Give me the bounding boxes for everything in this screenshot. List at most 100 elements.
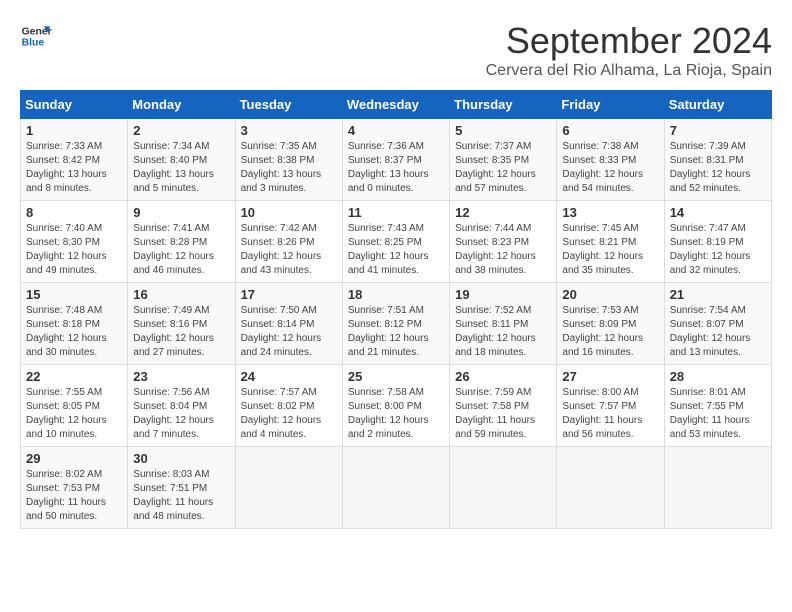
day-info: Sunrise: 7:43 AM Sunset: 8:25 PM Dayligh… — [348, 222, 444, 278]
logo: General Blue — [20, 20, 52, 52]
calendar-cell: 24 Sunrise: 7:57 AM Sunset: 8:02 PM Dayl… — [235, 365, 342, 447]
day-number: 20 — [562, 287, 658, 302]
day-info: Sunrise: 7:51 AM Sunset: 8:12 PM Dayligh… — [348, 304, 444, 360]
day-number: 15 — [26, 287, 122, 302]
day-number: 7 — [670, 123, 766, 138]
svg-text:Blue: Blue — [22, 38, 45, 49]
day-number: 21 — [670, 287, 766, 302]
day-number: 1 — [26, 123, 122, 138]
calendar-cell: 1 Sunrise: 7:33 AM Sunset: 8:42 PM Dayli… — [21, 119, 128, 201]
day-number: 16 — [133, 287, 229, 302]
calendar-cell: 8 Sunrise: 7:40 AM Sunset: 8:30 PM Dayli… — [21, 201, 128, 283]
day-info: Sunrise: 7:36 AM Sunset: 8:37 PM Dayligh… — [348, 140, 444, 196]
calendar-cell: 29 Sunrise: 8:02 AM Sunset: 7:53 PM Dayl… — [21, 447, 128, 529]
day-info: Sunrise: 8:03 AM Sunset: 7:51 PM Dayligh… — [133, 468, 229, 524]
day-number: 24 — [241, 369, 337, 384]
calendar-cell: 25 Sunrise: 7:58 AM Sunset: 8:00 PM Dayl… — [342, 365, 449, 447]
col-header-thursday: Thursday — [450, 91, 557, 119]
day-info: Sunrise: 7:38 AM Sunset: 8:33 PM Dayligh… — [562, 140, 658, 196]
calendar-header-row: SundayMondayTuesdayWednesdayThursdayFrid… — [21, 91, 772, 119]
day-number: 22 — [26, 369, 122, 384]
col-header-wednesday: Wednesday — [342, 91, 449, 119]
calendar-week-row: 1 Sunrise: 7:33 AM Sunset: 8:42 PM Dayli… — [21, 119, 772, 201]
calendar-cell: 14 Sunrise: 7:47 AM Sunset: 8:19 PM Dayl… — [664, 201, 771, 283]
day-info: Sunrise: 7:44 AM Sunset: 8:23 PM Dayligh… — [455, 222, 551, 278]
calendar-cell: 6 Sunrise: 7:38 AM Sunset: 8:33 PM Dayli… — [557, 119, 664, 201]
calendar-cell: 7 Sunrise: 7:39 AM Sunset: 8:31 PM Dayli… — [664, 119, 771, 201]
page-header: General Blue September 2024 Cervera del … — [20, 20, 772, 80]
calendar-cell: 26 Sunrise: 7:59 AM Sunset: 7:58 PM Dayl… — [450, 365, 557, 447]
day-number: 25 — [348, 369, 444, 384]
day-number: 19 — [455, 287, 551, 302]
day-number: 8 — [26, 205, 122, 220]
day-info: Sunrise: 7:35 AM Sunset: 8:38 PM Dayligh… — [241, 140, 337, 196]
day-info: Sunrise: 7:47 AM Sunset: 8:19 PM Dayligh… — [670, 222, 766, 278]
title-section: September 2024 Cervera del Rio Alhama, L… — [486, 20, 772, 80]
day-number: 12 — [455, 205, 551, 220]
day-number: 29 — [26, 451, 122, 466]
logo-icon: General Blue — [20, 20, 52, 52]
calendar-cell: 19 Sunrise: 7:52 AM Sunset: 8:11 PM Dayl… — [450, 283, 557, 365]
calendar-cell: 28 Sunrise: 8:01 AM Sunset: 7:55 PM Dayl… — [664, 365, 771, 447]
day-info: Sunrise: 7:45 AM Sunset: 8:21 PM Dayligh… — [562, 222, 658, 278]
day-info: Sunrise: 7:56 AM Sunset: 8:04 PM Dayligh… — [133, 386, 229, 442]
calendar-cell: 12 Sunrise: 7:44 AM Sunset: 8:23 PM Dayl… — [450, 201, 557, 283]
calendar-cell: 18 Sunrise: 7:51 AM Sunset: 8:12 PM Dayl… — [342, 283, 449, 365]
day-number: 18 — [348, 287, 444, 302]
calendar-cell — [664, 447, 771, 529]
day-info: Sunrise: 7:49 AM Sunset: 8:16 PM Dayligh… — [133, 304, 229, 360]
day-number: 11 — [348, 205, 444, 220]
day-number: 14 — [670, 205, 766, 220]
calendar-cell: 9 Sunrise: 7:41 AM Sunset: 8:28 PM Dayli… — [128, 201, 235, 283]
day-number: 28 — [670, 369, 766, 384]
day-number: 9 — [133, 205, 229, 220]
calendar-cell: 5 Sunrise: 7:37 AM Sunset: 8:35 PM Dayli… — [450, 119, 557, 201]
day-info: Sunrise: 8:01 AM Sunset: 7:55 PM Dayligh… — [670, 386, 766, 442]
calendar-cell: 10 Sunrise: 7:42 AM Sunset: 8:26 PM Dayl… — [235, 201, 342, 283]
calendar-cell: 23 Sunrise: 7:56 AM Sunset: 8:04 PM Dayl… — [128, 365, 235, 447]
day-info: Sunrise: 7:54 AM Sunset: 8:07 PM Dayligh… — [670, 304, 766, 360]
day-number: 6 — [562, 123, 658, 138]
calendar-week-row: 15 Sunrise: 7:48 AM Sunset: 8:18 PM Dayl… — [21, 283, 772, 365]
calendar-cell: 30 Sunrise: 8:03 AM Sunset: 7:51 PM Dayl… — [128, 447, 235, 529]
calendar-cell: 4 Sunrise: 7:36 AM Sunset: 8:37 PM Dayli… — [342, 119, 449, 201]
calendar-table: SundayMondayTuesdayWednesdayThursdayFrid… — [20, 90, 772, 529]
day-info: Sunrise: 7:59 AM Sunset: 7:58 PM Dayligh… — [455, 386, 551, 442]
calendar-week-row: 29 Sunrise: 8:02 AM Sunset: 7:53 PM Dayl… — [21, 447, 772, 529]
day-info: Sunrise: 7:50 AM Sunset: 8:14 PM Dayligh… — [241, 304, 337, 360]
day-info: Sunrise: 7:40 AM Sunset: 8:30 PM Dayligh… — [26, 222, 122, 278]
day-number: 27 — [562, 369, 658, 384]
day-info: Sunrise: 7:52 AM Sunset: 8:11 PM Dayligh… — [455, 304, 551, 360]
calendar-cell: 17 Sunrise: 7:50 AM Sunset: 8:14 PM Dayl… — [235, 283, 342, 365]
day-number: 10 — [241, 205, 337, 220]
col-header-monday: Monday — [128, 91, 235, 119]
calendar-cell — [342, 447, 449, 529]
calendar-cell: 27 Sunrise: 8:00 AM Sunset: 7:57 PM Dayl… — [557, 365, 664, 447]
day-number: 30 — [133, 451, 229, 466]
day-info: Sunrise: 7:41 AM Sunset: 8:28 PM Dayligh… — [133, 222, 229, 278]
day-info: Sunrise: 8:02 AM Sunset: 7:53 PM Dayligh… — [26, 468, 122, 524]
day-info: Sunrise: 7:39 AM Sunset: 8:31 PM Dayligh… — [670, 140, 766, 196]
day-number: 5 — [455, 123, 551, 138]
day-info: Sunrise: 8:00 AM Sunset: 7:57 PM Dayligh… — [562, 386, 658, 442]
day-number: 17 — [241, 287, 337, 302]
day-number: 2 — [133, 123, 229, 138]
day-info: Sunrise: 7:34 AM Sunset: 8:40 PM Dayligh… — [133, 140, 229, 196]
col-header-sunday: Sunday — [21, 91, 128, 119]
calendar-cell — [450, 447, 557, 529]
day-info: Sunrise: 7:53 AM Sunset: 8:09 PM Dayligh… — [562, 304, 658, 360]
col-header-saturday: Saturday — [664, 91, 771, 119]
calendar-cell: 20 Sunrise: 7:53 AM Sunset: 8:09 PM Dayl… — [557, 283, 664, 365]
month-title: September 2024 — [486, 20, 772, 62]
day-number: 23 — [133, 369, 229, 384]
day-info: Sunrise: 7:58 AM Sunset: 8:00 PM Dayligh… — [348, 386, 444, 442]
day-info: Sunrise: 7:57 AM Sunset: 8:02 PM Dayligh… — [241, 386, 337, 442]
col-header-friday: Friday — [557, 91, 664, 119]
calendar-cell — [557, 447, 664, 529]
calendar-cell: 13 Sunrise: 7:45 AM Sunset: 8:21 PM Dayl… — [557, 201, 664, 283]
day-info: Sunrise: 7:33 AM Sunset: 8:42 PM Dayligh… — [26, 140, 122, 196]
calendar-cell: 11 Sunrise: 7:43 AM Sunset: 8:25 PM Dayl… — [342, 201, 449, 283]
day-number: 26 — [455, 369, 551, 384]
calendar-cell: 2 Sunrise: 7:34 AM Sunset: 8:40 PM Dayli… — [128, 119, 235, 201]
day-info: Sunrise: 7:42 AM Sunset: 8:26 PM Dayligh… — [241, 222, 337, 278]
